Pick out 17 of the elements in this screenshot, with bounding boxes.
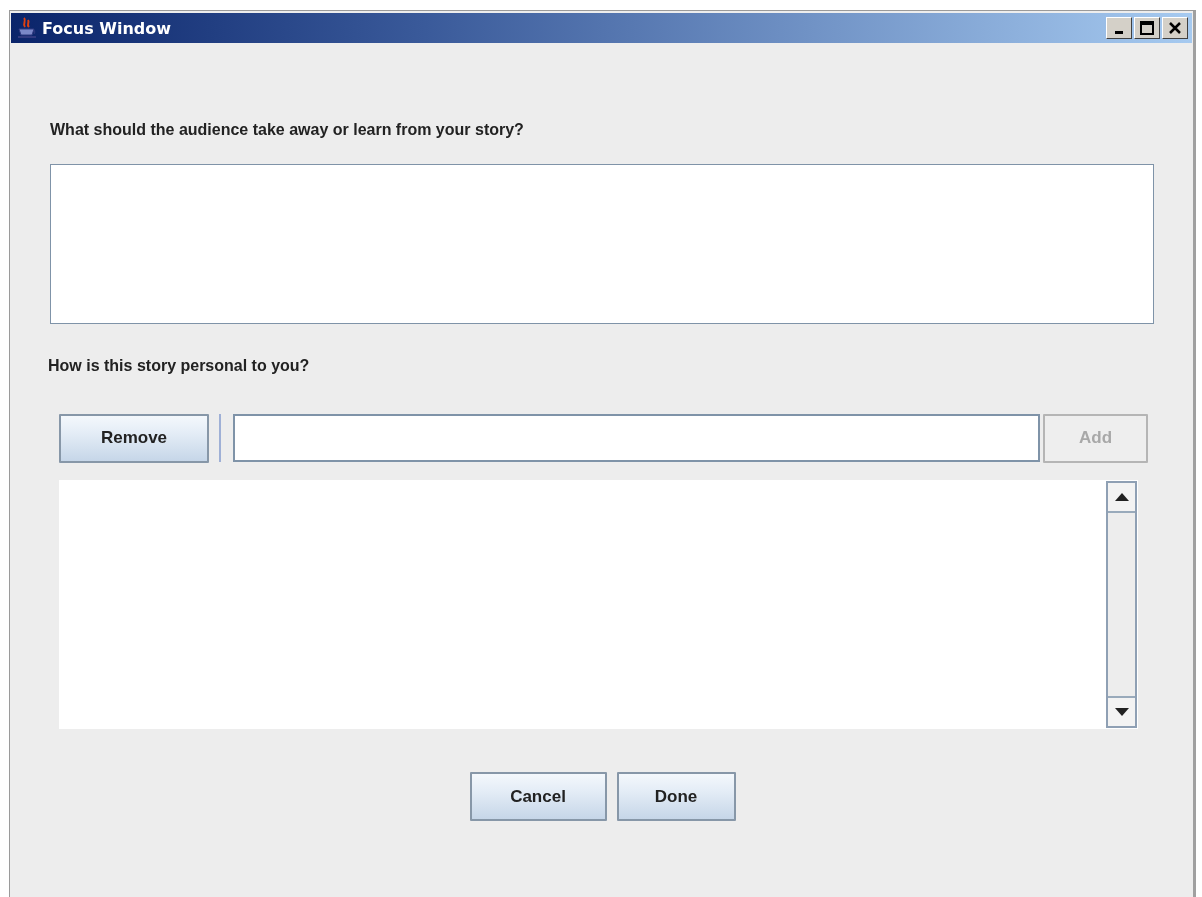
scroll-down-icon[interactable] [1114, 708, 1129, 716]
done-button[interactable]: Done [616, 772, 736, 821]
remove-button[interactable]: Remove [59, 413, 209, 463]
close-icon [1168, 22, 1182, 34]
close-button[interactable] [1162, 17, 1188, 39]
scroll-up-icon[interactable] [1114, 493, 1129, 501]
question-label: How is this story personal to you? [48, 357, 310, 375]
question-label: What should the audience take away or learn from your story? [50, 121, 524, 139]
scrollbar[interactable] [1106, 481, 1137, 728]
minimize-button[interactable] [1106, 17, 1132, 39]
coffee-cup-icon [15, 16, 39, 40]
window-title: Focus Window [42, 18, 171, 38]
minimize-icon [1115, 31, 1123, 34]
maximize-icon [1140, 21, 1154, 35]
maximize-button[interactable] [1134, 17, 1160, 39]
cancel-button[interactable]: Cancel [469, 772, 607, 821]
item-input-field[interactable] [233, 414, 1040, 462]
